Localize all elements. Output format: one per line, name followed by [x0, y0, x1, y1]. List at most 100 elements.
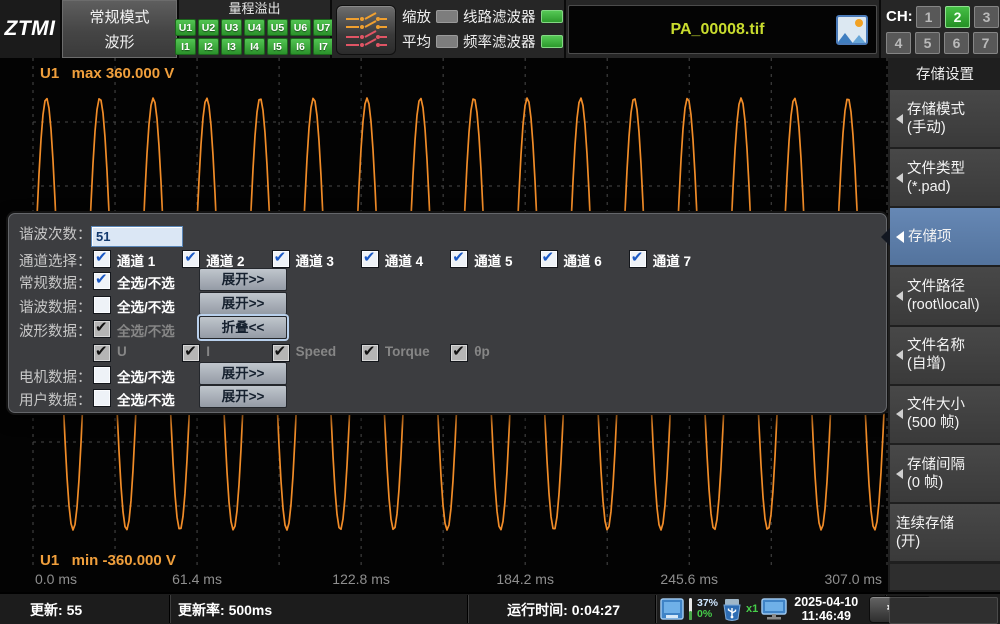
regular-data-label: 常规数据：: [19, 272, 92, 293]
average-indicator[interactable]: [436, 35, 458, 48]
filename-text: PA_00008.tif: [569, 21, 836, 39]
regular-data-expand-button[interactable]: 展开>>: [199, 268, 287, 291]
channel-checkbox-label: 通道 7: [653, 250, 691, 270]
statusbar-empty-section: [889, 597, 998, 624]
channel-checkbox[interactable]: [540, 250, 558, 268]
sidebar-item-text: 文件路径(root\local\): [907, 278, 980, 314]
time-tick-label: 245.6 ms: [660, 571, 718, 587]
sidebar-item-7[interactable]: 存储间隔(0 帧): [890, 445, 1000, 502]
channel-checkbox[interactable]: [272, 250, 290, 268]
user-data-expand-button[interactable]: 展开>>: [199, 385, 287, 408]
line-filter-indicator[interactable]: [541, 10, 563, 23]
sidebar-item-2[interactable]: 文件类型(*.pad): [890, 149, 1000, 206]
update-rate-value: 500ms: [229, 602, 273, 618]
channel-checkbox[interactable]: [361, 250, 379, 268]
motor-data-expand-button[interactable]: 展开>>: [199, 362, 287, 385]
harmonic-data-label: 谐波数据：: [19, 296, 92, 317]
ch-button-6[interactable]: 6: [944, 32, 969, 54]
chevron-left-icon: [896, 173, 903, 183]
user-data-checkbox[interactable]: [93, 389, 111, 407]
wave-data-collapse-button[interactable]: 折叠<<: [199, 316, 287, 339]
wave-data-row: 波形数据： 全选/不选 折叠<<: [9, 318, 886, 342]
wave-data-checkbox[interactable]: [93, 320, 111, 338]
harmonic-data-expand-button[interactable]: 展开>>: [199, 292, 287, 315]
range-overflow-panel: 量程溢出 U1U2U3U4U5U6U7 I1I2I3I4I5I6I7: [179, 0, 330, 58]
wave-item-checkbox[interactable]: [93, 344, 111, 362]
sidebar-item-3[interactable]: 存储项: [890, 208, 1000, 265]
channel-checkbox[interactable]: [182, 250, 200, 268]
harmonic-data-checkbox[interactable]: [93, 296, 111, 314]
status-divider: [468, 595, 469, 623]
wave-item-label: Speed: [296, 344, 337, 359]
channel-checkbox-label: 通道 1: [117, 250, 155, 270]
channel-checkbox-label: 通道 6: [564, 250, 602, 270]
channel-button-row-2: 4567: [886, 32, 998, 54]
wave-item-label: U: [117, 344, 127, 359]
wave-item-checkbox[interactable]: [272, 344, 290, 362]
sidebar-item-text: 连续存储(开): [896, 515, 954, 551]
motor-data-checkbox[interactable]: [93, 366, 111, 384]
usb-multiplier: x1: [746, 603, 758, 615]
ch-button-7[interactable]: 7: [973, 32, 998, 54]
chevron-left-icon: [896, 114, 903, 124]
channel-checkbox[interactable]: [450, 250, 468, 268]
filename-display[interactable]: PA_00008.tif: [568, 5, 877, 54]
filter-panel: 缩放 线路滤波器 平均 频率滤波器: [332, 0, 564, 58]
sidebar-item-5[interactable]: 文件名称(自增): [890, 327, 1000, 384]
overflow-badge-i3: I3: [221, 38, 242, 55]
freq-filter-indicator[interactable]: [541, 35, 563, 48]
network-monitor-icon: [761, 597, 787, 621]
sidebar-item-8[interactable]: 连续存储(开): [890, 504, 1000, 561]
sidebar-item-value: (*.pad): [907, 178, 965, 196]
sidebar-item-empty[interactable]: [890, 564, 1000, 590]
update-label: 更新:: [30, 602, 63, 618]
wiring-config-button[interactable]: [336, 5, 396, 55]
ch-button-1[interactable]: 1: [916, 6, 941, 28]
sidebar-item-label: 文件名称: [907, 337, 965, 355]
store-items-dialog: 谐波次数： 通道选择： 通道 1通道 2通道 3通道 4通道 5通道 6通道 7…: [8, 213, 887, 413]
chevron-left-icon: [896, 469, 903, 479]
ch-button-3[interactable]: 3: [974, 6, 999, 28]
time-tick-label: 0.0 ms: [35, 571, 77, 587]
ch-button-5[interactable]: 5: [915, 32, 940, 54]
wave-item-checkbox[interactable]: [182, 344, 200, 362]
chevron-left-icon: [896, 291, 903, 301]
runtime: 运行时间: 0:04:27: [470, 600, 620, 620]
mode-button[interactable]: 常规模式 波形: [62, 0, 177, 58]
toggle-grid: 缩放 线路滤波器 平均 频率滤波器: [402, 4, 562, 54]
zoom-indicator[interactable]: [436, 10, 458, 23]
sidebar-item-text: 存储模式(手动): [907, 101, 965, 137]
sidebar-item-label: 文件大小: [907, 396, 965, 414]
sidebar-item-value: (开): [896, 533, 954, 551]
channel-checkbox[interactable]: [629, 250, 647, 268]
sidebar-item-4[interactable]: 文件路径(root\local\): [890, 267, 1000, 324]
wave-item-checkbox[interactable]: [361, 344, 379, 362]
waveform-min-label: U1 min -360.000 V: [40, 552, 176, 569]
overflow-badge-u4: U4: [244, 19, 265, 36]
sidebar-item-6[interactable]: 文件大小(500 帧): [890, 386, 1000, 443]
ch-button-2[interactable]: 2: [945, 6, 970, 28]
overflow-badge-u6: U6: [290, 19, 311, 36]
harmonic-order-input[interactable]: [91, 226, 183, 247]
channel-checkbox-label: 通道 4: [385, 250, 423, 270]
overflow-badge-i6: I6: [290, 38, 311, 55]
chevron-left-icon: [896, 350, 903, 360]
time-tick-label: 122.8 ms: [332, 571, 390, 587]
overflow-badge-i7: I7: [313, 38, 334, 55]
sidebar-item-value: (自增): [907, 355, 965, 373]
channel-checkbox[interactable]: [93, 250, 111, 268]
wiring-icon: [343, 10, 389, 50]
storage-icon: [660, 598, 684, 620]
file-display-section: PA_00008.tif: [566, 0, 879, 58]
datetime: 2025-04-10 11:46:49: [794, 595, 858, 623]
sidebar-item-1[interactable]: 存储模式(手动): [890, 90, 1000, 147]
sidebar-item-label: 文件类型: [907, 160, 965, 178]
sidebar-item-label: 存储项: [908, 228, 952, 246]
load-percent: 0%: [697, 609, 718, 620]
sidebar-item-value: (root\local\): [907, 296, 980, 314]
user-data-check-label: 全选/不选: [117, 389, 175, 409]
wave-item-checkbox[interactable]: [450, 344, 468, 362]
regular-data-checkbox[interactable]: [93, 272, 111, 290]
sidebar-item-text: 文件名称(自增): [907, 337, 965, 373]
ch-button-4[interactable]: 4: [886, 32, 911, 54]
